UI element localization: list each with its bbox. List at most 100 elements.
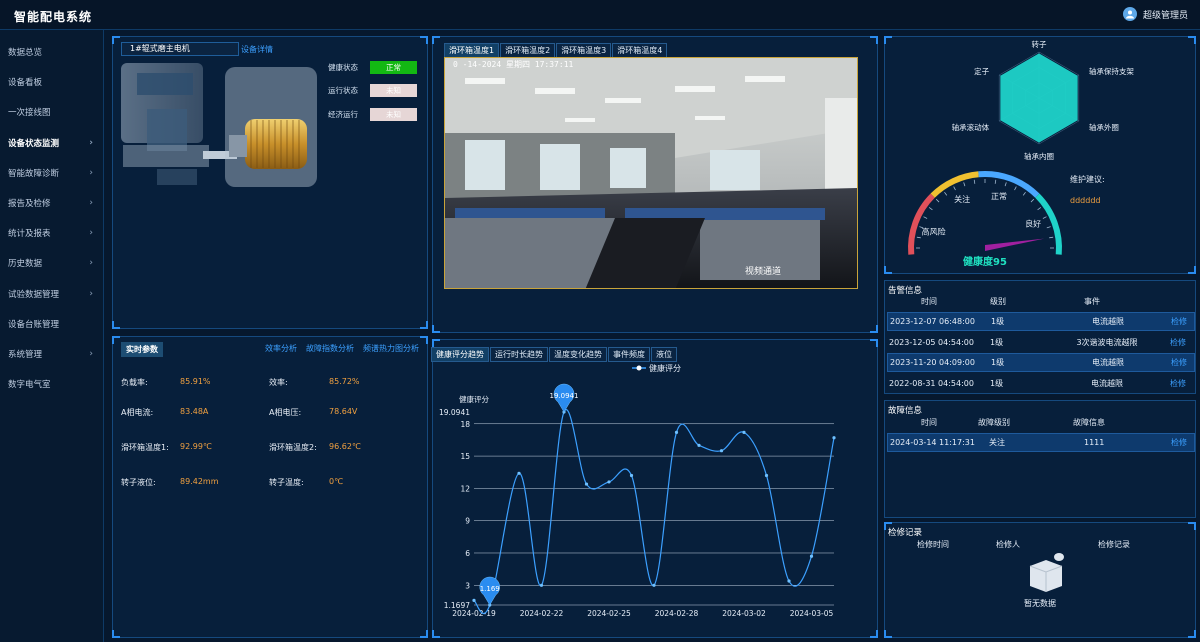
param-value: 85.91% — [180, 377, 211, 388]
data-point[interactable] — [697, 444, 700, 447]
param-key: 滑环箱温度1: — [121, 442, 180, 453]
param-value: 0℃ — [329, 477, 343, 488]
alarm-action[interactable]: 检修 — [1170, 378, 1186, 389]
legend-marker — [637, 366, 642, 371]
maint-col-record: 检修记录 — [1098, 539, 1130, 550]
app-root: 智能配电系统 超级管理员 数据总览设备看板一次接线图设备状态监测›智能故障诊断›… — [0, 0, 1200, 642]
data-point[interactable] — [675, 431, 678, 434]
radar-label: 转子 — [1032, 39, 1048, 49]
alarm-row[interactable]: 2023-11-20 04:09:001级电流越限检修 — [887, 353, 1195, 372]
sidebar-item-label: 设备台账管理 — [8, 318, 59, 330]
sidebar-item-6[interactable]: 统计及报表› — [0, 218, 103, 248]
data-point[interactable] — [810, 555, 813, 558]
alarm-row[interactable]: 2022-08-31 04:54:001级电流越限检修 — [887, 374, 1195, 393]
analysis-link-0[interactable]: 效率分析 — [265, 343, 297, 354]
alarm-level: 1级 — [990, 378, 1003, 389]
y-tick-label: 6 — [465, 549, 470, 558]
x-tick-label: 2024-02-22 — [520, 609, 564, 618]
empty-box-icon — [1026, 552, 1066, 594]
fault-row[interactable]: 2024-03-14 11:17:31 关注 1111 检修 — [887, 433, 1195, 452]
video-tab-0[interactable]: 滑环箱温度1 — [444, 43, 499, 58]
analysis-link-2[interactable]: 频谱热力图分析 — [363, 343, 419, 354]
sidebar-item-8[interactable]: 试验数据管理› — [0, 279, 103, 309]
motor-name: 1#辊式磨主电机 — [121, 42, 239, 56]
fault-col-time: 时间 — [921, 417, 937, 428]
legend-label: 健康评分 — [649, 363, 681, 373]
data-point[interactable] — [787, 579, 790, 582]
video-tab-3[interactable]: 滑环箱温度4 — [612, 43, 667, 58]
x-tick-label: 2024-02-25 — [587, 609, 631, 618]
video-tab-1[interactable]: 滑环箱温度2 — [500, 43, 555, 58]
fault-info: 1111 — [1084, 438, 1104, 447]
fault-repair-link[interactable]: 检修 — [1171, 437, 1187, 448]
y-tick-label: 3 — [465, 581, 470, 590]
chevron-right-icon: › — [89, 138, 93, 148]
data-point[interactable] — [720, 449, 723, 452]
param-key: 转子温度: — [269, 477, 329, 488]
advice-value: dddddd — [1070, 196, 1100, 205]
param-key: 效率: — [269, 377, 329, 388]
data-point[interactable] — [540, 584, 543, 587]
alarm-level: 1级 — [991, 316, 1004, 327]
chevron-right-icon: › — [89, 168, 93, 178]
gauge-band — [979, 174, 1038, 196]
alarm-action[interactable]: 检修 — [1171, 316, 1187, 327]
data-point[interactable] — [652, 584, 655, 587]
sidebar-item-4[interactable]: 智能故障诊断› — [0, 158, 103, 188]
econ-status-label: 经济运行 — [328, 109, 370, 120]
param-item: A相电流:83.48A — [121, 407, 208, 418]
sidebar-item-10[interactable]: 系统管理› — [0, 339, 103, 369]
sidebar-item-0[interactable]: 数据总览 — [0, 37, 103, 67]
econ-status-row: 经济运行 未知 — [328, 108, 417, 121]
param-value: 96.62℃ — [329, 442, 361, 453]
user-icon — [1125, 9, 1135, 19]
sidebar-item-label: 试验数据管理 — [8, 288, 59, 300]
sidebar-item-label: 系统管理 — [8, 348, 42, 360]
data-point[interactable] — [832, 436, 835, 439]
maint-col-time: 检修时间 — [917, 539, 949, 550]
video-feed[interactable]: 视频通道 0 -14-2024 星期四 17:37:11 — [444, 57, 858, 289]
data-point[interactable] — [630, 474, 633, 477]
sidebar-item-label: 统计及报表 — [8, 227, 51, 239]
data-point[interactable] — [472, 599, 475, 602]
alarm-row[interactable]: 2023-12-07 06:48:001级电流越限检修 — [887, 312, 1195, 331]
param-value: 78.64V — [329, 407, 357, 418]
alarm-event: 电流越限 — [1058, 316, 1158, 327]
data-point[interactable] — [607, 480, 610, 483]
device-detail-link[interactable]: 设备详情 — [241, 44, 273, 55]
alarm-action[interactable]: 检修 — [1171, 357, 1187, 368]
sidebar-item-1[interactable]: 设备看板 — [0, 67, 103, 97]
gauge-needle — [985, 239, 1044, 251]
user-menu[interactable]: 超级管理员 — [1123, 7, 1188, 21]
sidebar-item-7[interactable]: 历史数据› — [0, 248, 103, 278]
y-tick-label: 19.0941 — [439, 408, 470, 417]
x-tick-label: 2024-02-19 — [452, 609, 496, 618]
video-tab-2[interactable]: 滑环箱温度3 — [556, 43, 611, 58]
gauge-band — [911, 196, 933, 255]
data-point[interactable] — [742, 431, 745, 434]
alarm-col-event: 事件 — [1084, 296, 1100, 307]
pin-label: 19.0941 — [550, 392, 579, 400]
health-status-row: 健康状态 正常 — [328, 61, 417, 74]
sidebar-item-2[interactable]: 一次接线图 — [0, 97, 103, 127]
fault-col-info: 故障信息 — [1073, 417, 1105, 428]
analysis-link-1[interactable]: 故障指数分析 — [306, 343, 354, 354]
sidebar-item-3[interactable]: 设备状态监测› — [0, 128, 103, 158]
alarm-action[interactable]: 检修 — [1170, 337, 1186, 348]
radar-label: 轴承保持支架 — [1089, 66, 1134, 76]
data-point[interactable] — [585, 482, 588, 485]
realtime-panel: 实时参数 效率分析故障指数分析频谱热力图分析 负载率:85.91%效率:85.7… — [112, 336, 428, 638]
alarm-col-time: 时间 — [921, 296, 937, 307]
fault-level: 关注 — [989, 437, 1005, 448]
sidebar-item-9[interactable]: 设备台账管理 — [0, 309, 103, 339]
video-overlay-label: 视频通道 — [745, 265, 781, 277]
param-item: 负载率:85.91% — [121, 377, 211, 388]
data-point[interactable] — [765, 474, 768, 477]
sidebar-item-5[interactable]: 报告及检修› — [0, 188, 103, 218]
data-point[interactable] — [517, 472, 520, 475]
sidebar-item-11[interactable]: 数字电气室 — [0, 369, 103, 399]
param-item: 效率:85.72% — [269, 377, 360, 388]
sidebar-item-label: 报告及检修 — [8, 197, 51, 209]
alarm-row[interactable]: 2023-12-05 04:54:001级3次谐波电流越限检修 — [887, 333, 1195, 352]
office-camera-image: 视频通道 0 -14-2024 星期四 17:37:11 — [445, 58, 858, 289]
